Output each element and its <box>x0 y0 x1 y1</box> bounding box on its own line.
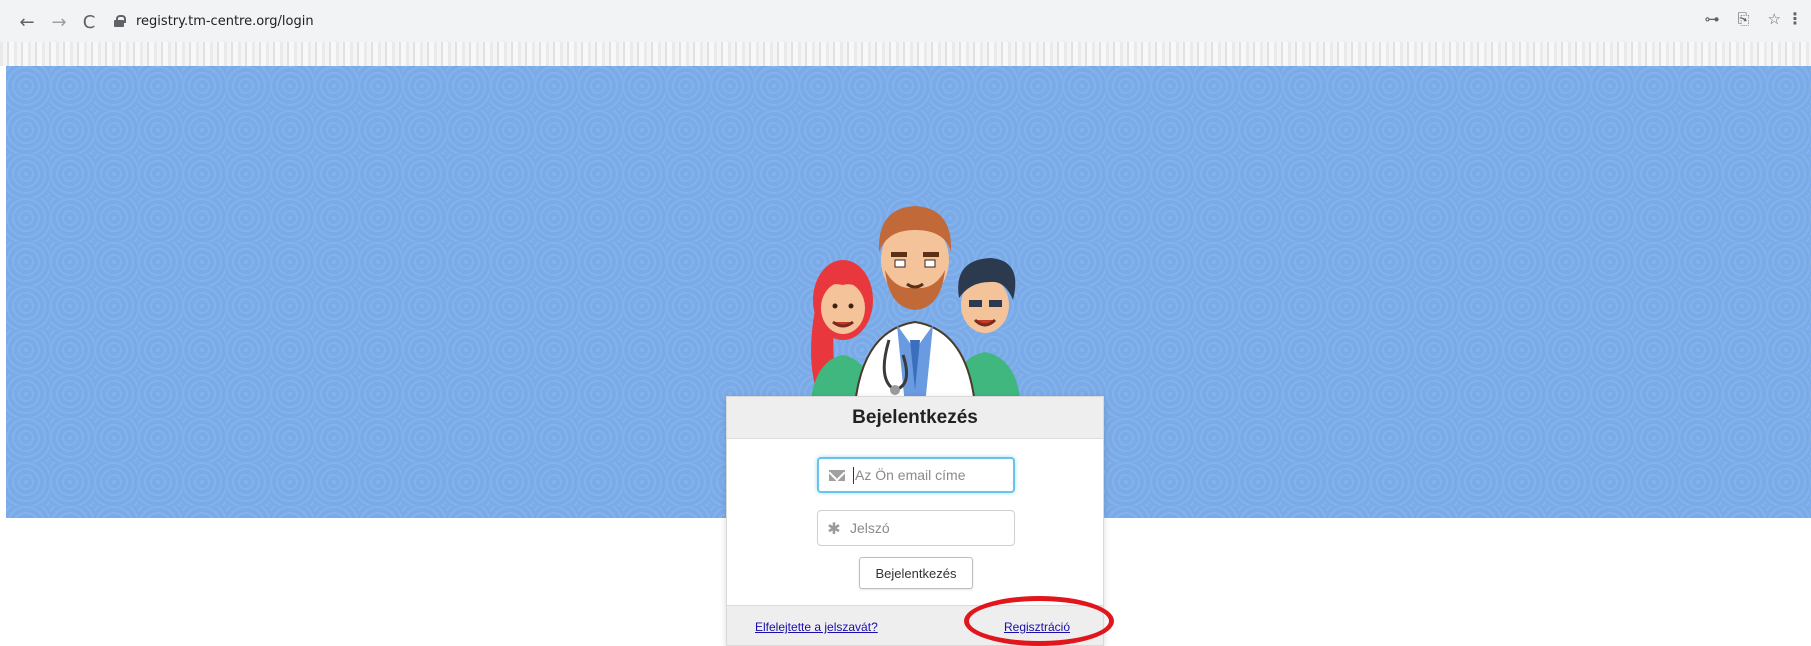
reload-icon[interactable]: C <box>76 9 102 35</box>
envelope-icon <box>829 469 845 481</box>
translate-icon[interactable]: ⎘ <box>1738 10 1750 28</box>
forgot-password-link[interactable]: Elfelejtette a jelszavát? <box>755 620 878 634</box>
highlight-ring <box>964 596 1114 646</box>
toolbar-actions: ⊶ ⎘ ☆ <box>1705 10 1781 28</box>
address-bar[interactable]: registry.tm-centre.org/login <box>104 7 1674 35</box>
back-arrow-icon[interactable]: ← <box>14 9 40 35</box>
browser-toolbar: ← → C registry.tm-centre.org/login ⊶ ⎘ ☆… <box>0 0 1811 42</box>
obscured-strip <box>0 42 1811 66</box>
login-title: Bejelentkezés <box>852 406 978 428</box>
login-button[interactable]: Bejelentkezés <box>859 557 973 589</box>
email-field[interactable] <box>817 457 1015 493</box>
asterisk-icon: ✱ <box>827 518 841 538</box>
url-text[interactable]: registry.tm-centre.org/login <box>136 14 314 29</box>
bookmark-star-icon[interactable]: ☆ <box>1768 10 1781 28</box>
forward-arrow-icon[interactable]: → <box>46 9 72 35</box>
login-card-header: Bejelentkezés <box>727 397 1103 439</box>
lock-icon <box>114 15 126 27</box>
text-cursor <box>853 466 854 484</box>
password-input[interactable] <box>850 520 1000 536</box>
email-input[interactable] <box>855 467 1005 483</box>
browser-menu-icon[interactable]: ⋮ <box>1787 9 1803 29</box>
key-icon[interactable]: ⊶ <box>1705 10 1720 28</box>
doctors-illustration <box>810 206 1021 405</box>
password-field[interactable]: ✱ <box>817 510 1015 546</box>
